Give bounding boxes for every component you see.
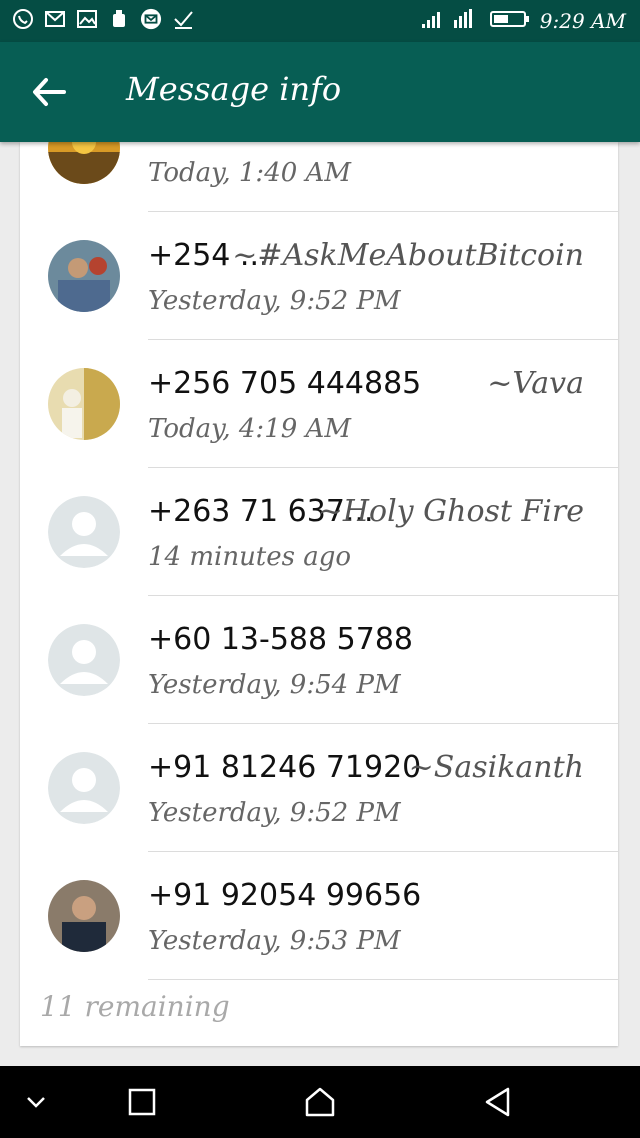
status-bar: 9:29 AM <box>0 0 640 42</box>
avatar <box>48 880 120 952</box>
signal-icon <box>420 8 480 34</box>
recipient-alias: ~Sasikanth <box>408 750 584 785</box>
read-time: Today, 4:19 AM <box>148 414 351 444</box>
system-status: 9:29 AM <box>420 8 626 34</box>
notification-icons <box>12 8 194 30</box>
list-item[interactable]: Today, 1:40 AM <box>20 142 618 212</box>
mail-icon <box>140 8 162 30</box>
default-avatar-icon <box>48 752 120 824</box>
page-title: Message info <box>126 70 342 108</box>
android-icon <box>108 8 130 30</box>
recipient-number: +60 13-588 5788 <box>148 622 413 657</box>
list-item[interactable]: +254 ... ~#AskMeAboutBitcoin Yesterday, … <box>20 212 618 340</box>
read-time: 14 minutes ago <box>148 542 352 572</box>
battery-icon <box>489 8 530 34</box>
arrow-left-icon <box>33 78 66 106</box>
check-icon <box>172 8 194 30</box>
recipient-alias: ~Vava <box>487 366 584 401</box>
recipient-number: +256 705 444885 <box>148 366 422 401</box>
chevron-down-icon <box>27 1097 45 1108</box>
home-icon <box>305 1087 335 1117</box>
list-item[interactable]: +256 705 444885 ~Vava Today, 4:19 AM <box>20 340 618 468</box>
clock: 9:29 AM <box>539 9 626 33</box>
avatar <box>48 240 120 312</box>
read-time: Yesterday, 9:53 PM <box>148 926 401 956</box>
hide-keyboard-button[interactable] <box>14 1082 58 1122</box>
read-time: Yesterday, 9:52 PM <box>148 798 401 828</box>
back-nav-button[interactable] <box>476 1082 520 1122</box>
recipient-alias: ~#AskMeAboutBitcoin <box>232 238 584 273</box>
recents-button[interactable] <box>120 1082 164 1122</box>
whatsapp-icon <box>12 8 34 30</box>
default-avatar-icon <box>48 496 120 568</box>
home-button[interactable] <box>298 1082 342 1122</box>
list-item[interactable]: +91 81246 71920 ~Sasikanth Yesterday, 9:… <box>20 724 618 852</box>
app-bar: Message info <box>0 42 640 142</box>
recipient-alias: ~Holy Ghost Fire <box>317 494 584 529</box>
list-item[interactable]: +91 92054 99656 Yesterday, 9:53 PM <box>20 852 618 980</box>
triangle-left-icon <box>485 1087 510 1117</box>
divider <box>148 979 618 980</box>
square-icon <box>128 1088 156 1116</box>
recipient-number: +91 92054 99656 <box>148 878 422 913</box>
remaining-count: 11 remaining <box>40 990 230 1023</box>
default-avatar-icon <box>48 624 120 696</box>
image-icon <box>76 8 98 30</box>
read-time: Yesterday, 9:52 PM <box>148 286 401 316</box>
read-by-list: Today, 1:40 AM +254 ... ~#AskMeAboutBitc… <box>20 142 618 1046</box>
list-item[interactable]: +263 71 637... ~Holy Ghost Fire 14 minut… <box>20 468 618 596</box>
navigation-bar <box>0 1066 640 1138</box>
read-time: Today, 1:40 AM <box>148 158 351 188</box>
avatar <box>48 142 120 184</box>
back-button[interactable] <box>28 70 72 114</box>
list-item[interactable]: +60 13-588 5788 Yesterday, 9:54 PM <box>20 596 618 724</box>
gmail-icon <box>44 8 66 30</box>
avatar <box>48 368 120 440</box>
recipient-number: +91 81246 71920 <box>148 750 422 785</box>
read-time: Yesterday, 9:54 PM <box>148 670 401 700</box>
